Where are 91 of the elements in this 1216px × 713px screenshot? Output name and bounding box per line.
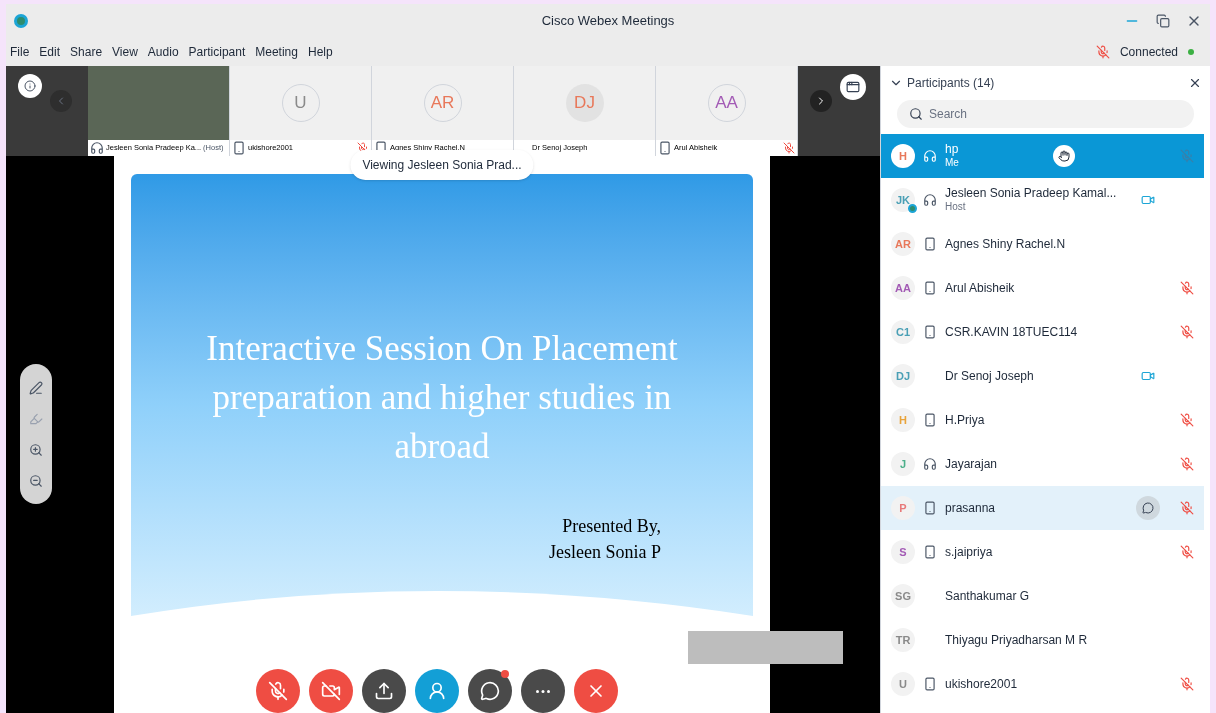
- panel-title: Participants (14): [907, 75, 995, 92]
- menu-item[interactable]: Meeting: [255, 43, 298, 61]
- chat-icon: [480, 681, 500, 701]
- participant-name: Thiyagu Priyadharsan M R: [945, 632, 1088, 648]
- headset-icon: [923, 193, 937, 207]
- participant-name: H.Priya: [945, 412, 985, 428]
- more-icon: [536, 689, 550, 693]
- phone-icon: [232, 141, 246, 155]
- avatar: H: [891, 144, 915, 168]
- participant-name: CSR.KAVIN 18TUEC114: [945, 324, 1078, 340]
- muted-mic-icon: [1180, 677, 1194, 691]
- participant-name: hp: [945, 142, 959, 158]
- video-icon: [1141, 369, 1155, 383]
- person-icon: [427, 681, 447, 701]
- video-off-icon: [321, 681, 341, 701]
- participant-name: Agnes Shiny Rachel.N: [945, 236, 1066, 252]
- participant-name: Jayarajan: [945, 456, 998, 472]
- avatar: C1: [891, 320, 915, 344]
- pen-icon[interactable]: [29, 380, 43, 395]
- search-field[interactable]: Search: [897, 100, 1194, 128]
- avatar: J: [891, 452, 915, 476]
- next-button[interactable]: [810, 90, 832, 112]
- avatar: JK: [891, 188, 915, 212]
- phone-icon: [923, 545, 937, 559]
- phone-icon: [923, 413, 937, 427]
- avatar: DJ: [891, 364, 915, 388]
- phone-icon: [923, 237, 937, 251]
- muted-mic-icon: [783, 142, 795, 154]
- window-title: Cisco Webex Meetings: [541, 12, 675, 31]
- avatar: P: [891, 496, 915, 520]
- share-icon: [374, 681, 394, 701]
- phone-icon: [658, 141, 672, 155]
- menu-item[interactable]: Help: [307, 43, 333, 61]
- avatar: S: [891, 540, 915, 564]
- restore-button[interactable]: [1156, 14, 1170, 28]
- connection-status: Connected: [1119, 44, 1178, 61]
- presenter-text: Jesleen Sonia P: [549, 541, 661, 564]
- muted-mic-icon: [1180, 281, 1194, 295]
- avatar: U: [891, 672, 915, 696]
- info-icon: [24, 80, 36, 92]
- avatar: AA: [891, 276, 915, 300]
- participant-name: Jesleen Sonia Pradeep Kamal...: [945, 186, 1117, 202]
- zoom-in-icon[interactable]: [29, 442, 43, 457]
- muted-mic-icon: [268, 681, 288, 701]
- participant-name: prasanna: [945, 500, 996, 516]
- avatar: AR: [891, 232, 915, 256]
- avatar: H: [891, 408, 915, 432]
- menu-item[interactable]: Edit: [39, 43, 61, 61]
- menu-item[interactable]: View: [112, 43, 138, 61]
- avatar: SG: [891, 584, 915, 608]
- chat-icon: [1142, 502, 1154, 514]
- muted-mic-icon: [1180, 501, 1194, 515]
- participant-row[interactable]: P prasanna: [881, 486, 1204, 530]
- video-icon: [1141, 193, 1155, 207]
- participant-name: ukishore2001: [945, 676, 1018, 692]
- muted-mic-icon: [1180, 325, 1194, 339]
- app-logo-icon: [14, 14, 28, 28]
- window-icon: [846, 80, 860, 94]
- participant-name: Santhakumar G: [945, 588, 1030, 604]
- raised-hand-icon: [1053, 145, 1075, 167]
- menu-item[interactable]: Participant: [188, 43, 246, 61]
- headset-icon: [90, 141, 104, 155]
- menu-item[interactable]: Audio: [147, 43, 179, 61]
- headset-icon: [923, 149, 937, 163]
- avatar: DJ: [565, 84, 604, 122]
- viewing-label: Viewing Jesleen Sonia Prad...: [350, 150, 534, 180]
- phone-icon: [923, 281, 937, 295]
- phone-icon: [923, 677, 937, 691]
- slide-title: Interactive Session On Placement preparation and higher studies in abroad: [205, 328, 679, 468]
- phone-icon: [923, 325, 937, 339]
- avatar: TR: [891, 628, 915, 652]
- presenter-badge-icon: [908, 204, 917, 213]
- presenter-text: Presented By,: [562, 515, 661, 538]
- muted-mic-icon: [1180, 413, 1194, 427]
- participant-name: s.jaipriya: [945, 544, 993, 560]
- participant-name: Dr Senoj Joseph: [945, 368, 1034, 384]
- phone-icon: [923, 501, 937, 515]
- menu-item[interactable]: File: [10, 43, 30, 61]
- layout-button[interactable]: [840, 74, 866, 100]
- menu-item[interactable]: Share: [70, 43, 103, 61]
- zoom-out-icon[interactable]: [29, 473, 43, 488]
- muted-mic-icon: [1180, 545, 1194, 559]
- chat-button[interactable]: [1136, 496, 1160, 520]
- info-button[interactable]: [18, 74, 42, 98]
- muted-mic-icon: [1180, 149, 1194, 163]
- headset-icon: [923, 457, 937, 471]
- close-panel-button[interactable]: [1188, 76, 1202, 90]
- participant-name: Arul Abisheik: [945, 280, 1015, 296]
- participant-role: Me: [945, 157, 959, 170]
- muted-mic-icon: [1180, 457, 1194, 471]
- participant-role: Host: [945, 201, 967, 214]
